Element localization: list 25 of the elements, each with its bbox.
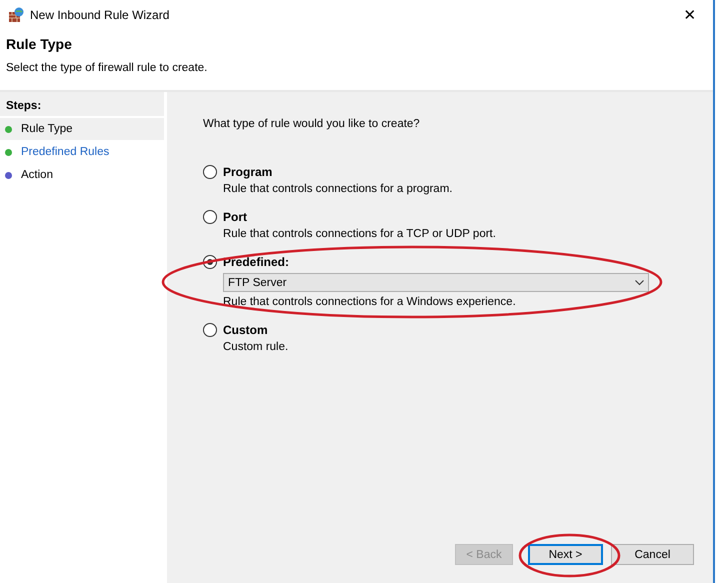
cancel-button[interactable]: Cancel (611, 544, 694, 565)
page-title: Rule Type (6, 36, 72, 52)
radio-button[interactable] (203, 165, 217, 179)
option-label[interactable]: Custom (223, 323, 268, 337)
dropdown[interactable]: FTP Server (223, 273, 649, 292)
option-description: Custom rule. (223, 341, 288, 353)
option-description: Rule that controls connections for a TCP or UDP port. (223, 228, 496, 240)
close-button[interactable]: ✕ (667, 6, 713, 24)
firewall-icon (8, 7, 24, 23)
step-item[interactable]: Rule Type (0, 118, 164, 140)
step-label[interactable]: Action (21, 169, 53, 181)
option-label[interactable]: Predefined: (223, 255, 290, 269)
radio-button[interactable] (203, 323, 217, 337)
window-title: New Inbound Rule Wizard (30, 8, 170, 22)
option-label[interactable]: Program (223, 165, 272, 179)
option-description: Rule that controls connections for a Windows experience. (223, 296, 516, 308)
chevron-down-icon (635, 280, 644, 286)
page-subtitle: Select the type of firewall rule to create. (6, 62, 208, 74)
radio-button[interactable] (203, 210, 217, 224)
step-link[interactable]: Predefined Rules (21, 146, 110, 158)
option-label[interactable]: Port (223, 210, 247, 224)
option-description: Rule that controls connections for a program. (223, 183, 452, 195)
steps-heading: Steps: (6, 100, 42, 112)
next-button[interactable]: Next > (528, 544, 603, 565)
question-text: What type of rule would you like to create? (203, 118, 420, 130)
